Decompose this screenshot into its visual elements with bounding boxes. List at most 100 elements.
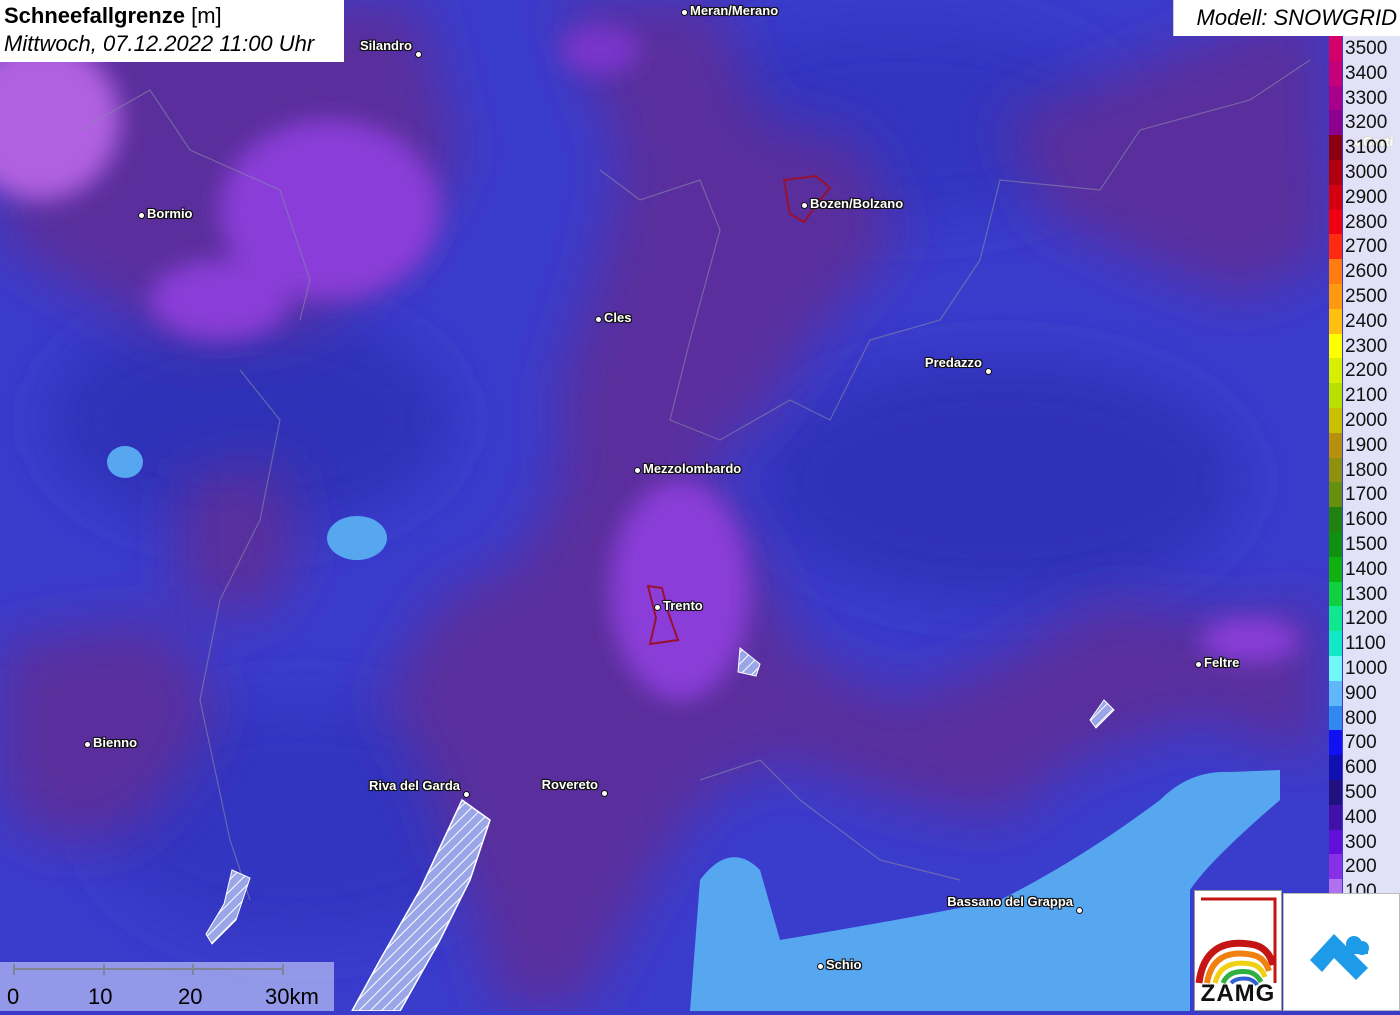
legend-label: 2000 [1343, 407, 1400, 433]
legend-row-900: 900 [1329, 680, 1400, 707]
legend-swatch [1329, 184, 1342, 211]
legend-row-1200: 1200 [1329, 606, 1400, 633]
snowfall-map[interactable] [0, 0, 1400, 1011]
legend-label: 3400 [1343, 60, 1400, 86]
city-dot-icon [680, 8, 688, 16]
legend-swatch [1329, 234, 1342, 261]
legend-label: 2200 [1343, 358, 1400, 384]
legend-row-2900: 2900 [1329, 184, 1400, 211]
legend-swatch [1329, 333, 1342, 360]
legend-row-1300: 1300 [1329, 581, 1400, 608]
scale-tick-10: 10 [88, 984, 113, 1009]
scale-bar: 0 10 20 30km [0, 962, 334, 1011]
legend-swatch [1329, 581, 1342, 608]
city-label: Schio [826, 957, 862, 972]
scale-tick-20: 20 [178, 984, 203, 1009]
city-label: Predazzo [924, 355, 982, 370]
legend-swatch [1329, 854, 1342, 881]
legend-swatch [1329, 110, 1342, 137]
title-main: Schneefallgrenze [4, 3, 185, 28]
legend-row-3000: 3000 [1329, 159, 1400, 186]
city-dot-icon [1194, 660, 1202, 668]
legend-row-1700: 1700 [1329, 482, 1400, 509]
legend-label: 1800 [1343, 457, 1400, 483]
model-label: Modell: SNOWGRID [1173, 0, 1400, 36]
legend-swatch [1329, 556, 1342, 583]
legend-label: 2300 [1343, 333, 1400, 359]
legend-row-2200: 2200 [1329, 358, 1400, 385]
legend-swatch [1329, 283, 1342, 310]
legend-swatch [1329, 36, 1342, 62]
legend-swatch [1329, 209, 1342, 236]
legend-label: 3500 [1343, 36, 1400, 61]
legend-label: 500 [1343, 779, 1400, 805]
zamg-logo-text: ZAMG [1200, 980, 1276, 1007]
legend-swatch [1329, 531, 1342, 558]
city-dot-icon [633, 466, 641, 474]
city-label: Meran/Merano [690, 3, 779, 18]
legend-label: 2700 [1343, 234, 1400, 260]
legend-label: 1900 [1343, 432, 1400, 458]
legend-swatch [1329, 755, 1342, 781]
legend-label: 1100 [1343, 631, 1400, 656]
legend-swatch [1329, 829, 1342, 856]
legend-row-2000: 2000 [1329, 407, 1400, 434]
city-label: Riva del Garda [368, 778, 460, 793]
legend-row-3300: 3300 [1329, 85, 1400, 112]
city-dot-icon [600, 789, 608, 797]
legend-swatch [1329, 85, 1342, 112]
legend-label: 1000 [1343, 655, 1400, 681]
legend-label: 3100 [1343, 135, 1400, 160]
legend-row-3400: 3400 [1329, 60, 1400, 87]
legend-label: 2600 [1343, 259, 1400, 284]
map-title: Schneefallgrenze [m] [4, 2, 340, 30]
legend-label: 1500 [1343, 531, 1400, 557]
title-unit: [m] [191, 3, 222, 28]
partner-logo[interactable] [1283, 893, 1400, 1011]
legend-row-400: 400 [1329, 804, 1400, 831]
city-label: Mezzolombardo [643, 461, 742, 476]
legend-row-700: 700 [1329, 730, 1400, 757]
legend-swatch [1329, 804, 1342, 831]
city-dot-icon [414, 50, 422, 58]
legend-label: 2900 [1343, 184, 1400, 210]
city-dot-icon [83, 740, 91, 748]
city-dot-icon [462, 790, 470, 798]
city-dot-icon [816, 962, 824, 970]
legend-row-1800: 1800 [1329, 457, 1400, 484]
legend-label: 2100 [1343, 383, 1400, 408]
city-dot-icon [137, 211, 145, 219]
rainbow-icon [1195, 897, 1277, 986]
legend-swatch [1329, 383, 1342, 409]
legend-label: 800 [1343, 705, 1400, 731]
legend-row-1000: 1000 [1329, 655, 1400, 682]
legend-swatch [1329, 457, 1342, 484]
legend-label: 400 [1343, 804, 1400, 830]
zamg-logo[interactable]: ZAMG [1194, 890, 1282, 1011]
city-label: Trento [663, 598, 703, 613]
legend-label: 700 [1343, 730, 1400, 756]
legend-row-2600: 2600 [1329, 259, 1400, 285]
city-label: Cles [604, 310, 632, 325]
scale-tick-0: 0 [7, 984, 20, 1009]
legend-row-500: 500 [1329, 779, 1400, 806]
city-label: Silandro [359, 38, 412, 53]
city-label: Feltre [1204, 655, 1240, 670]
legend-row-1600: 1600 [1329, 507, 1400, 533]
legend-swatch [1329, 358, 1342, 385]
legend-row-2500: 2500 [1329, 283, 1400, 310]
legend-label: 1700 [1343, 482, 1400, 508]
city-dot-icon [984, 367, 992, 375]
city-label: Bormio [147, 206, 193, 221]
legend-swatch [1329, 730, 1342, 757]
legend-swatch [1329, 60, 1342, 87]
city-label: Rovereto [541, 777, 598, 792]
legend-row-3200: 3200 [1329, 110, 1400, 137]
legend-swatch [1329, 606, 1342, 633]
city-label: Bozen/Bolzano [810, 196, 904, 211]
legend-label: 600 [1343, 755, 1400, 780]
scale-tick-30km: 30km [265, 984, 319, 1009]
legend-row-3500: 3500 [1329, 36, 1400, 62]
legend-label: 2500 [1343, 283, 1400, 309]
legend-label: 1600 [1343, 507, 1400, 532]
